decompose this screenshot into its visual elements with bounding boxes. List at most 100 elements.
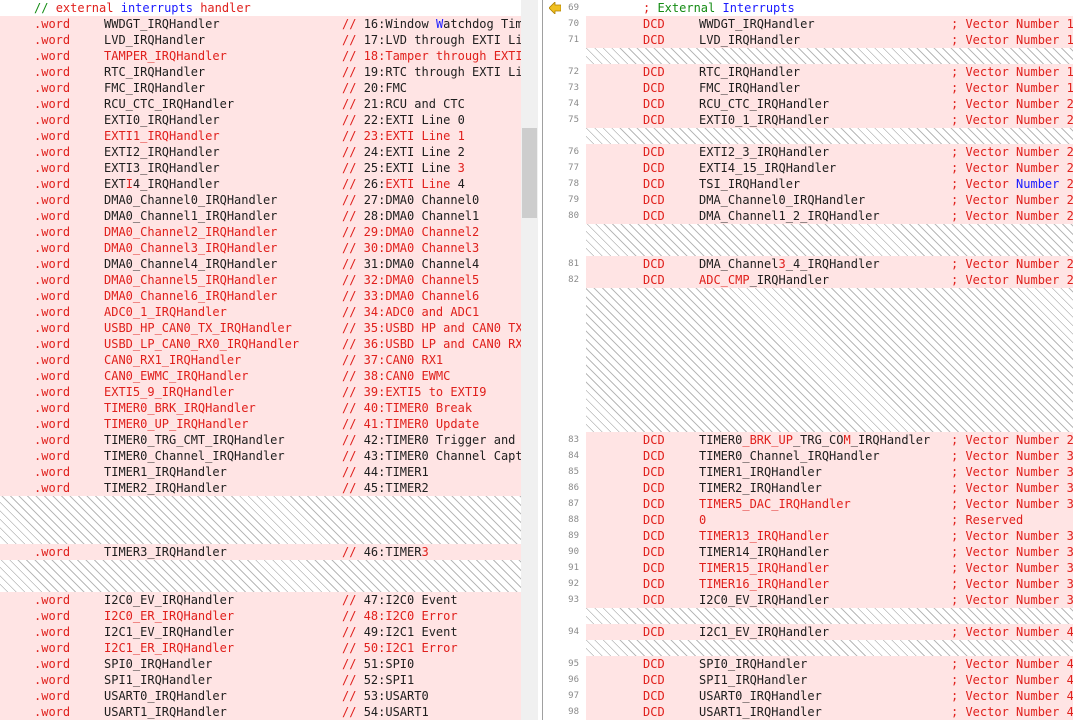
code-line[interactable]: 98 DCD USART1_IRQHandler ; Vector Number 44 — [543, 704, 1073, 720]
code-line[interactable]: .word EXTI2_IRQHandler // 24:EXTI Line 2 — [0, 144, 521, 160]
directive: .word — [34, 625, 71, 639]
code-comment: // 17:LVD through EXTI Lir — [342, 32, 521, 48]
code-line[interactable]: 88 DCD 0 ; Reserved — [543, 512, 1073, 528]
code-line[interactable]: .word ADC0_1_IRQHandler // 34:ADC0 and ADC… — [0, 304, 521, 320]
left-scrollbar-thumb[interactable] — [522, 128, 537, 218]
handler-name-segment: SPI1_IRQHandler — [699, 673, 808, 687]
handler-name-segment: SPI0_IRQHandler — [699, 657, 808, 671]
code-line[interactable]: .word DMA0_Channel6_IRQHandler // 33:DMA0 … — [0, 288, 521, 304]
code-line[interactable]: .word TIMER0_TRG_CMT_IRQHandler // 42:TIME… — [0, 432, 521, 448]
code-line[interactable]: .word EXTI0_IRQHandler // 22:EXTI Line 0 — [0, 112, 521, 128]
code-line[interactable]: 75 DCD EXTI0_1_IRQHandler ; Vector Number 2… — [543, 112, 1073, 128]
code-line[interactable]: .word FMC_IRQHandler // 20:FMC — [0, 80, 521, 96]
code-line[interactable]: 97 DCD USART0_IRQHandler ; Vector Number 43 — [543, 688, 1073, 704]
comment-segment: Number — [1016, 177, 1060, 191]
code-line[interactable]: .word USART1_IRQHandler // 54:USART1 — [0, 704, 521, 720]
left-vertical-scrollbar[interactable] — [521, 0, 538, 720]
code-comment: // 53:USART0 — [342, 688, 429, 704]
directive: DCD — [643, 497, 665, 511]
code-line[interactable]: 96 DCD SPI1_IRQHandler ; Vector Number 42 — [543, 672, 1073, 688]
handler-name: DMA_Channel1_2_IRQHandler — [699, 208, 880, 224]
code-line[interactable]: 78 DCD TSI_IRQHandler ; Vector Number 24 — [543, 176, 1073, 192]
code-line[interactable]: 83 DCD TIMER0_BRK_UP_TRG_COM_IRQHandler ; V… — [543, 432, 1073, 448]
code-line[interactable]: 73 DCD FMC_IRQHandler ; Vector Number 19 — [543, 80, 1073, 96]
code-line[interactable]: .word EXTI3_IRQHandler // 25:EXTI Line 3 — [0, 160, 521, 176]
line-number: 75 — [568, 115, 579, 125]
code-line[interactable]: 77 DCD EXTI4_15_IRQHandler ; Vector Number … — [543, 160, 1073, 176]
handler-name: I2C0_EV_IRQHandler — [699, 592, 829, 608]
code-line[interactable]: 82 DCD ADC_CMP_IRQHandler ; Vector Number 2… — [543, 272, 1073, 288]
code-line[interactable]: .word TIMER2_IRQHandler // 45:TIMER2 — [0, 480, 521, 496]
code-line[interactable]: .word DMA0_Channel1_IRQHandler // 28:DMA0 … — [0, 208, 521, 224]
code-line[interactable]: .word EXTI1_IRQHandler // 23:EXTI Line 1 — [0, 128, 521, 144]
code-line[interactable]: .word I2C0_EV_IRQHandler // 47:I2C0 Event — [0, 592, 521, 608]
directive: .word — [34, 193, 71, 207]
code-line[interactable]: .word DMA0_Channel2_IRQHandler // 29:DMA0 … — [0, 224, 521, 240]
code-line[interactable]: .word TIMER1_IRQHandler // 44:TIMER1 — [0, 464, 521, 480]
handler-name: 0 — [699, 512, 706, 528]
code-line[interactable]: 92 DCD TIMER16_IRQHandler ; Vector Number 3… — [543, 576, 1073, 592]
code-line[interactable]: .word I2C1_EV_IRQHandler // 49:I2C1 Event — [0, 624, 521, 640]
code-line[interactable]: 86 DCD TIMER2_IRQHandler ; Vector Number 32 — [543, 480, 1073, 496]
code-comment: // 54:USART1 — [342, 704, 429, 720]
code-line[interactable]: .word USBD_LP_CAN0_RX0_IRQHandler // 36:US… — [0, 336, 521, 352]
code-line[interactable]: .word TIMER0_UP_IRQHandler // 41:TIMER0 Up… — [0, 416, 521, 432]
code-line[interactable]: 91 DCD TIMER15_IRQHandler ; Vector Number 3… — [543, 560, 1073, 576]
comment-segment: ; Vector Number 27 — [951, 257, 1073, 271]
code-line[interactable]: .word EXTI4_IRQHandler // 26:EXTI Line 4 — [0, 176, 521, 192]
line-number: 81 — [568, 259, 579, 269]
code-line[interactable]: .word EXTI5_9_IRQHandler // 39:EXTI5 to EX… — [0, 384, 521, 400]
handler-name-segment: EXTI3_IRQHandler — [104, 161, 220, 175]
code-line[interactable]: .word RCU_CTC_IRQHandler // 21:RCU and CTC — [0, 96, 521, 112]
code-line[interactable]: .word USART0_IRQHandler // 53:USART0 — [0, 688, 521, 704]
code-line[interactable]: 79 DCD DMA_Channel0_IRQHandler ; Vector Num… — [543, 192, 1073, 208]
code-line[interactable]: .word RTC_IRQHandler // 19:RTC through EXT… — [0, 64, 521, 80]
directive: DCD — [643, 545, 665, 559]
code-line[interactable]: 94 DCD I2C1_EV_IRQHandler ; Vector Number 4… — [543, 624, 1073, 640]
code-line[interactable]: .word DMA0_Channel4_IRQHandler // 31:DMA0 … — [0, 256, 521, 272]
code-line[interactable]: .word CAN0_RX1_IRQHandler // 37:CAN0 RX1 — [0, 352, 521, 368]
code-line[interactable]: .word SPI0_IRQHandler // 51:SPI0 — [0, 656, 521, 672]
code-line[interactable]: .word TIMER0_BRK_IRQHandler // 40:TIMER0 B… — [0, 400, 521, 416]
code-line[interactable]: .word DMA0_Channel0_IRQHandler // 27:DMA0 … — [0, 192, 521, 208]
code-line[interactable]: 93 DCD I2C0_EV_IRQHandler ; Vector Number 3… — [543, 592, 1073, 608]
code-line-comment[interactable]: 69; External Interrupts — [543, 0, 1073, 16]
directive: DCD — [643, 513, 665, 527]
code-line[interactable]: 90 DCD TIMER14_IRQHandler ; Vector Number 3… — [543, 544, 1073, 560]
code-line[interactable]: 72 DCD RTC_IRQHandler ; Vector Number 18 — [543, 64, 1073, 80]
code-line[interactable]: .word DMA0_Channel3_IRQHandler // 30:DMA0 … — [0, 240, 521, 256]
code-line[interactable]: 84 DCD TIMER0_Channel_IRQHandler ; Vector N… — [543, 448, 1073, 464]
handler-name-segment: TAMPER_IRQHandler — [104, 49, 227, 63]
code-line-comment[interactable]: // external interrupts handler — [0, 0, 521, 16]
comment-segment: ; Vector Number 38 — [951, 577, 1073, 591]
code-line[interactable]: .word TAMPER_IRQHandler // 18:Tamper throu… — [0, 48, 521, 64]
code-comment: // 21:RCU and CTC — [342, 96, 465, 112]
code-line[interactable]: 71 DCD LVD_IRQHandler ; Vector Number 17 — [543, 32, 1073, 48]
code-line[interactable]: 80 DCD DMA_Channel1_2_IRQHandler ; Vector N… — [543, 208, 1073, 224]
code-line[interactable]: 95 DCD SPI0_IRQHandler ; Vector Number 41 — [543, 656, 1073, 672]
code-line[interactable]: 89 DCD TIMER13_IRQHandler ; Vector Number 3… — [543, 528, 1073, 544]
code-line[interactable]: .word TIMER3_IRQHandler // 46:TIMER3 — [0, 544, 521, 560]
left-diff-pane[interactable]: // external interrupts handler .word WWDGT… — [0, 0, 521, 720]
code-line[interactable]: 74 DCD RCU_CTC_IRQHandler ; Vector Number 2… — [543, 96, 1073, 112]
code-line[interactable]: .word USBD_HP_CAN0_TX_IRQHandler // 35:USB… — [0, 320, 521, 336]
code-comment: // 30:DMA0 Channel3 — [342, 240, 479, 256]
code-line[interactable]: 76 DCD EXTI2_3_IRQHandler ; Vector Number 2… — [543, 144, 1073, 160]
directive: DCD — [643, 33, 665, 47]
code-line[interactable]: .word LVD_IRQHandler // 17:LVD through EXT… — [0, 32, 521, 48]
code-line[interactable]: 85 DCD TIMER1_IRQHandler ; Vector Number 31 — [543, 464, 1073, 480]
right-diff-pane[interactable]: 69; External Interrupts 70 DCD WWDGT_IRQHan… — [543, 0, 1073, 720]
code-line[interactable]: .word TIMER0_Channel_IRQHandler // 43:TIME… — [0, 448, 521, 464]
diff-gap-placeholder — [586, 640, 1073, 656]
handler-name-segment: ADC_CMP — [699, 273, 750, 287]
code-line[interactable]: .word WWDGT_IRQHandler // 16:Window Watchd… — [0, 16, 521, 32]
code-line[interactable]: .word DMA0_Channel5_IRQHandler // 32:DMA0 … — [0, 272, 521, 288]
code-line[interactable]: 87 DCD TIMER5_DAC_IRQHandler ; Vector Numbe… — [543, 496, 1073, 512]
directive: .word — [34, 593, 71, 607]
code-line[interactable]: 81 DCD DMA_Channel3_4_IRQHandler ; Vector N… — [543, 256, 1073, 272]
code-line[interactable]: .word SPI1_IRQHandler // 52:SPI1 — [0, 672, 521, 688]
code-line[interactable]: 70 DCD WWDGT_IRQHandler ; Vector Number 16 — [543, 16, 1073, 32]
code-line[interactable]: .word I2C0_ER_IRQHandler // 48:I2C0 Error — [0, 608, 521, 624]
code-line[interactable]: .word CAN0_EWMC_IRQHandler // 38:CAN0 EWMC — [0, 368, 521, 384]
code-line[interactable]: .word I2C1_ER_IRQHandler // 50:I2C1 Error — [0, 640, 521, 656]
